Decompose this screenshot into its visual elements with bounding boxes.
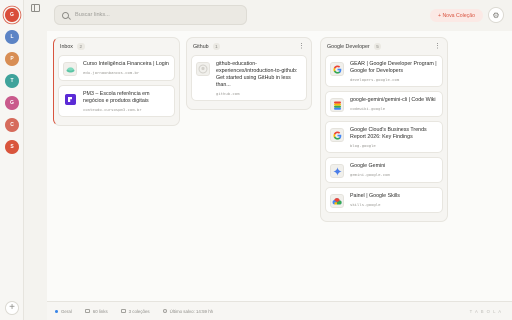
google-skills-icon (330, 194, 344, 208)
more-options-icon[interactable]: ⋮ (298, 43, 305, 50)
link-title: github-education-experiences/introductio… (216, 61, 298, 88)
link-title: Curso Inteligência Financeira | Login (83, 61, 169, 67)
collection-title: Google Developer (327, 43, 370, 50)
workspace-avatar-3[interactable]: P (5, 52, 19, 66)
google-icon (330, 62, 344, 76)
folder-icon (120, 309, 126, 313)
workspace-avatar-2[interactable]: L (5, 30, 19, 44)
collection-title: Inbox (60, 43, 73, 50)
status-links: 60 links (84, 308, 108, 314)
status-saved: Último salvo: 14:59 hh (162, 308, 214, 314)
collection-google-developer[interactable]: Google Developer 5 ⋮ GEAR | Google Devel… (320, 37, 448, 222)
link-card[interactable]: Google Cloud's Business Trends Report 20… (325, 121, 443, 153)
workspace-letter: T (10, 78, 14, 84)
workspace-avatar-1[interactable]: G (5, 8, 19, 22)
link-url: gemini.google.com (350, 172, 390, 177)
status-view[interactable]: Geral (55, 309, 72, 314)
github-icon (196, 62, 210, 76)
status-links-label: 60 links (92, 308, 108, 314)
gemini-icon (330, 164, 344, 178)
google-icon (330, 128, 344, 142)
link-card[interactable]: Curso Inteligência Financeira | Login ed… (58, 55, 175, 81)
link-title: Google Gemini (350, 163, 386, 169)
search-input[interactable] (75, 12, 235, 18)
gear-icon: ⚙ (492, 10, 500, 20)
link-card[interactable]: Google Gemini gemini.google.com (325, 157, 443, 183)
link-icon (84, 309, 90, 313)
collection-inbox[interactable]: Inbox 2 Curso Inteligência Financeira | … (53, 37, 180, 126)
link-url: codewiki.google (350, 106, 386, 111)
collection-github[interactable]: Github 1 ⋮ github-education-experiences/… (186, 37, 312, 110)
search-icon (62, 11, 69, 19)
collection-header: Github 1 ⋮ (191, 38, 307, 55)
link-card[interactable]: PM3 – Escola referência em negócios e pr… (58, 85, 175, 117)
more-options-icon[interactable]: ⋮ (434, 43, 441, 50)
workspace-avatar-7[interactable]: S (5, 140, 19, 154)
new-collection-label: + Nova Coleção (437, 12, 476, 19)
status-saved-label: Último salvo: 14:59 hh (169, 308, 214, 314)
sidebar-toggle-icon[interactable] (31, 4, 40, 12)
link-url: blog.google (350, 143, 376, 148)
add-workspace-button[interactable]: + (5, 301, 19, 315)
brand-label: T A B O L A (469, 309, 502, 314)
collection-header: Inbox 2 (58, 38, 175, 55)
link-card[interactable]: GEAR | Google Developer Program | Google… (325, 55, 443, 87)
codewiki-icon (330, 98, 344, 112)
workspace-avatar-5[interactable]: G (5, 96, 19, 110)
clock-icon (162, 309, 167, 313)
link-title: Painel | Google Skills (350, 193, 400, 199)
collection-header: Google Developer 5 ⋮ (325, 38, 443, 55)
status-bar: Geral 60 links 3 coleções Último salvo: … (47, 301, 512, 320)
link-title: GEAR | Google Developer Program | Google… (350, 61, 437, 74)
status-view-label: Geral (61, 308, 72, 314)
status-dot-icon (55, 309, 58, 313)
link-url: skills.google (350, 202, 381, 207)
link-card[interactable]: google-gemini/gemini-cli | Code Wiki cod… (325, 91, 443, 117)
link-card[interactable]: Painel | Google Skills skills.google (325, 187, 443, 213)
link-url: edu.jornaonbancos.com.br (83, 70, 140, 75)
workspace-letter: C (10, 122, 14, 128)
money-icon (63, 62, 77, 76)
workspace-letter: S (10, 144, 14, 150)
search-bar[interactable] (54, 5, 247, 25)
workspace-letter: G (10, 12, 14, 18)
workspace-avatar-4[interactable]: T (5, 74, 19, 88)
workspace-letter: P (10, 56, 14, 62)
workspace-letter: G (10, 100, 14, 106)
collection-count-badge: 1 (212, 43, 221, 50)
workspace-avatar-6[interactable]: C (5, 118, 19, 132)
pm3-icon (63, 92, 77, 106)
link-title: Google Cloud's Business Trends Report 20… (350, 127, 427, 140)
collection-count-badge: 5 (373, 43, 382, 50)
new-collection-button[interactable]: + Nova Coleção (430, 9, 483, 22)
settings-button[interactable]: ⚙ (488, 7, 504, 23)
link-card[interactable]: github-education-experiences/introductio… (191, 55, 307, 101)
workspace-letter: L (10, 34, 14, 40)
link-title: google-gemini/gemini-cli | Code Wiki (350, 97, 436, 103)
status-collections: 3 coleções (120, 308, 150, 314)
link-url: github.com (216, 91, 240, 96)
collection-count-badge: 2 (76, 43, 85, 50)
link-title: PM3 – Escola referência em negócios e pr… (83, 91, 150, 104)
collection-title: Github (193, 43, 209, 50)
link-url: developers.google.com (350, 77, 400, 82)
status-collections-label: 3 coleções (128, 308, 150, 314)
workspace-rail: G L P T G C S + (0, 0, 24, 320)
link-url: conteudo.cursospm3.com.br (83, 107, 142, 112)
